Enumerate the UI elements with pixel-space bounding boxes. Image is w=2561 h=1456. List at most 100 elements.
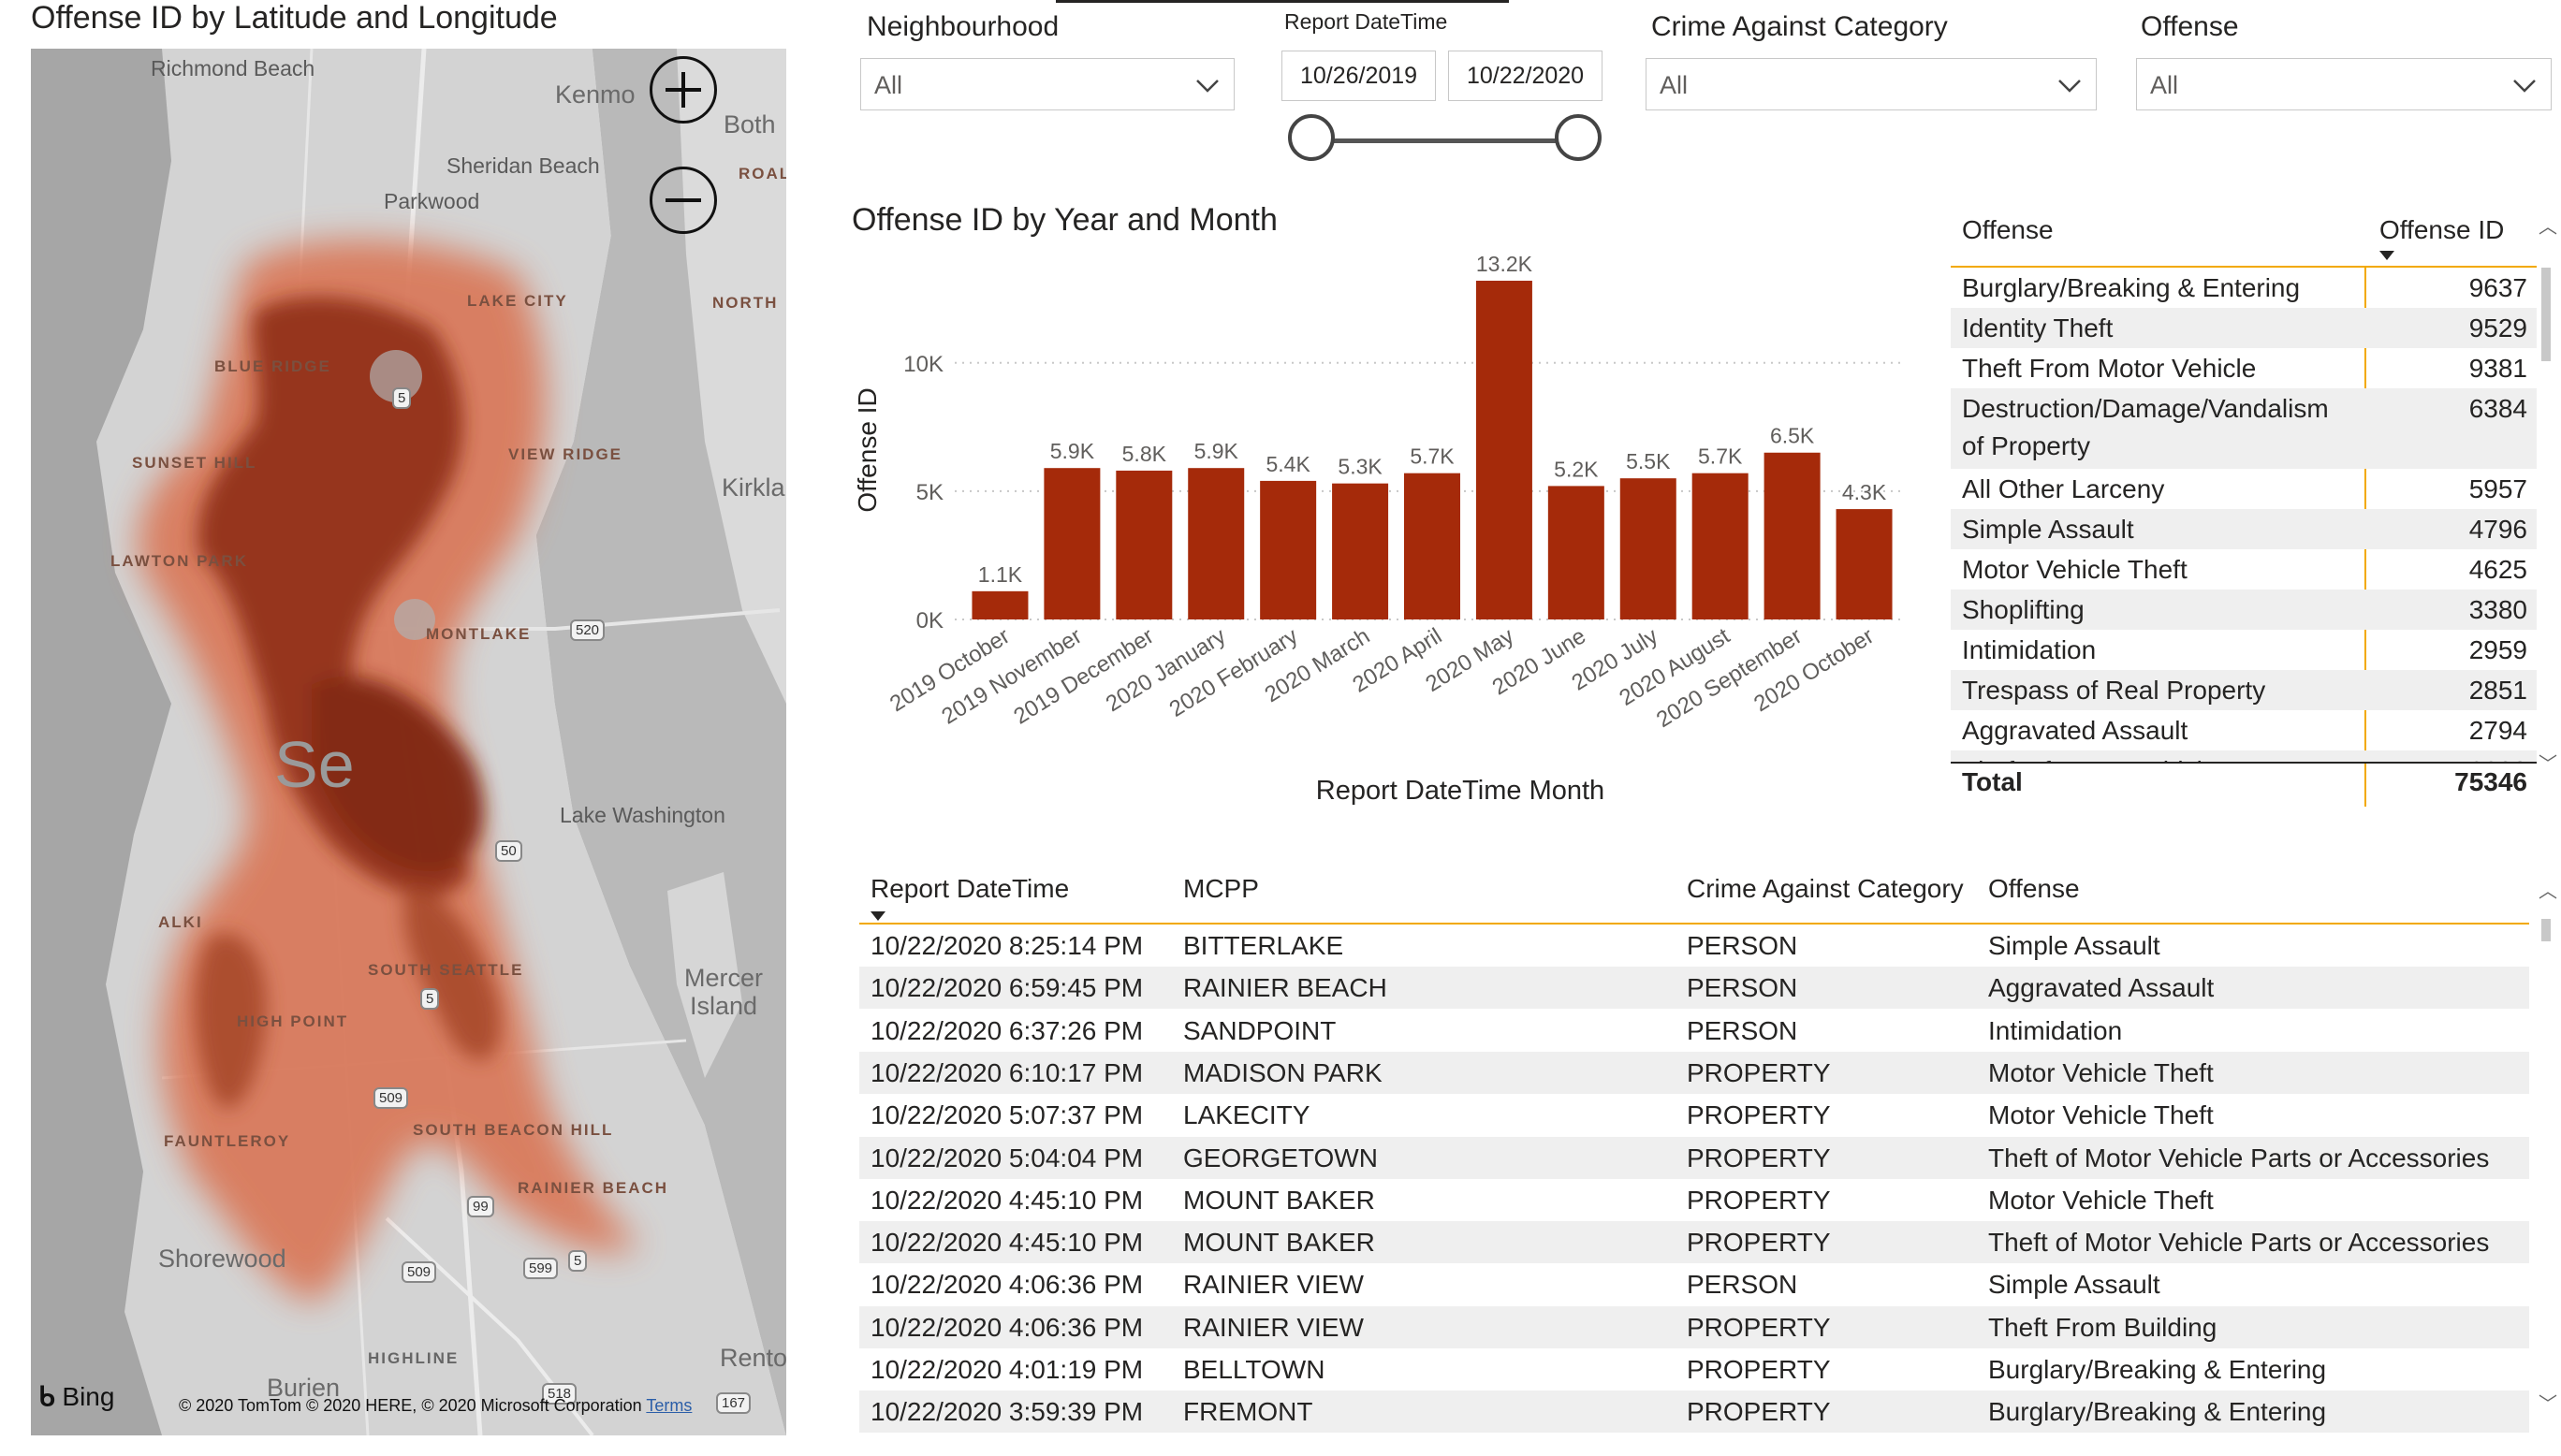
bar[interactable]	[1547, 486, 1604, 619]
report-datetime-cell: 10/22/2020 6:10:17 PM	[871, 1057, 1144, 1087]
bar[interactable]	[1044, 468, 1101, 619]
table-row[interactable]: 10/22/2020 4:45:10 PM MOUNT BAKER PROPERTY…	[859, 1221, 2529, 1264]
table-row[interactable]: 10/22/2020 5:07:37 PM LAKECITY PROPERTY Mot…	[859, 1094, 2529, 1136]
table-row[interactable]: Aggravated Assault 2794	[1951, 710, 2537, 750]
report-datetime-cell: 10/22/2020 5:07:37 PM	[871, 1100, 1144, 1130]
x-axis-title: Report DateTime Month	[1316, 776, 1604, 806]
offense-table-scrollbar[interactable]: ︿ ﹀	[2539, 211, 2557, 775]
bar[interactable]	[1260, 480, 1317, 619]
table-row[interactable]: Burglary/Breaking & Entering 9637	[1951, 268, 2537, 308]
offense-dropdown[interactable]: All	[2136, 58, 2552, 110]
table-row[interactable]: 10/22/2020 6:10:17 PM MADISON PARK PROPERT…	[859, 1051, 2529, 1094]
data-label: 1.1K	[978, 562, 1023, 587]
scroll-thumb[interactable]	[2541, 268, 2551, 361]
crime-against-cell: PROPERTY	[1687, 1057, 1831, 1087]
column-header-offense[interactable]: Offense	[1962, 215, 2054, 245]
table-row[interactable]: 10/22/2020 3:59:39 PM FREMONT PROPERTY Burg…	[859, 1390, 2529, 1434]
bar[interactable]	[1332, 483, 1389, 619]
map-place-label: Rento	[720, 1344, 786, 1372]
bar[interactable]	[1404, 473, 1460, 619]
offense-cell: Identity Theft	[1962, 313, 2114, 342]
table-row[interactable]: 10/22/2020 4:06:36 PM RAINIER VIEW PERSON S…	[859, 1263, 2529, 1305]
table-row[interactable]: 10/22/2020 4:01:19 PM BELLTOWN PROPERTY Bur…	[859, 1348, 2529, 1390]
bar[interactable]	[1619, 478, 1676, 619]
mcpp-cell: GEORGETOWN	[1183, 1143, 1378, 1172]
offense-cell: Simple Assault	[1962, 515, 2134, 544]
scroll-up-icon[interactable]: ︿	[2539, 211, 2557, 239]
table-row[interactable]: Motor Vehicle Theft 4625	[1951, 549, 2537, 590]
table-row[interactable]: 10/22/2020 5:04:04 PM GEORGETOWN PROPERTY T…	[859, 1136, 2529, 1179]
table-row[interactable]: Shoplifting 3380	[1951, 590, 2537, 630]
scroll-thumb[interactable]	[2541, 919, 2551, 941]
terms-link[interactable]: Terms	[646, 1396, 692, 1415]
map-place-label: Both	[724, 110, 776, 138]
table-row[interactable]: Destruction/Damage/Vandalism of Property 6…	[1951, 388, 2537, 469]
crime-against-cell: PROPERTY	[1687, 1397, 1831, 1427]
offense-cell: Shoplifting	[1962, 595, 2085, 624]
zoom-in-button[interactable]	[650, 56, 717, 124]
scroll-up-icon[interactable]: ︿	[2539, 876, 2557, 903]
table-row[interactable]: Theft From Motor Vehicle 9381	[1951, 348, 2537, 388]
end-date-input[interactable]: 10/22/2020	[1448, 51, 1602, 101]
column-header-mcpp[interactable]: MCPP	[1183, 874, 1259, 904]
y-tick-label: 5K	[916, 480, 944, 505]
highway-shield: 5	[568, 1250, 588, 1272]
mcpp-cell: FREMONT	[1183, 1397, 1313, 1427]
incident-detail-table: Report DateTime MCPP Crime Against Categ…	[859, 861, 2535, 1456]
offense-summary-table: Offense Offense ID Burglary/Breaking & E…	[1951, 208, 2537, 816]
map-place-label: LAKE CITY	[467, 292, 568, 310]
report-datetime-cell: 10/22/2020 4:45:10 PM	[871, 1185, 1144, 1215]
table-row[interactable]: 10/22/2020 4:45:10 PM MOUNT BAKER PROPERTY…	[859, 1179, 2529, 1221]
table-row[interactable]: Intimidation 2959	[1951, 630, 2537, 670]
bar[interactable]	[1188, 468, 1245, 619]
neighbourhood-dropdown[interactable]: All	[860, 58, 1235, 110]
table-row[interactable]: 10/22/2020 6:37:26 PM SANDPOINT PERSON Inti…	[859, 1010, 2529, 1052]
data-label: 5.3K	[1338, 455, 1383, 479]
table-row[interactable]: 10/22/2020 6:59:45 PM RAINIER BEACH PERSON…	[859, 967, 2529, 1010]
table-row[interactable]: 10/22/2020 4:06:36 PM RAINIER VIEW PROPERT…	[859, 1305, 2529, 1348]
bar[interactable]	[1475, 281, 1532, 619]
start-date-input[interactable]: 10/26/2019	[1281, 51, 1436, 101]
map-place-label: HIGHLINE	[368, 1349, 460, 1367]
crime-against-dropdown[interactable]: All	[1646, 58, 2097, 110]
map-place-label: Kenmo	[555, 80, 636, 109]
offense-cell: Intimidation	[1962, 635, 2097, 664]
table-row[interactable]: Simple Assault 4796	[1951, 509, 2537, 549]
offense-cell: Simple Assault	[1988, 931, 2160, 960]
bar[interactable]	[972, 590, 1029, 619]
column-header-offense-id[interactable]: Offense ID	[2379, 215, 2504, 245]
data-label: 6.5K	[1770, 424, 1815, 448]
bar[interactable]	[1836, 509, 1893, 619]
map-place-label: NORTH	[712, 294, 779, 312]
mcpp-cell: BELLTOWN	[1183, 1355, 1325, 1384]
crime-against-cell: PROPERTY	[1687, 1185, 1831, 1215]
bar[interactable]	[1691, 473, 1749, 619]
slider-end-handle[interactable]	[1555, 114, 1602, 161]
table-row[interactable]: Theft of Motor Vehicle Parts or 2280	[1951, 750, 2537, 762]
slider-start-handle[interactable]	[1288, 114, 1335, 161]
offense-id-cell: 5957	[2468, 474, 2527, 503]
detail-table-scrollbar[interactable]: ︿ ﹀	[2539, 876, 2557, 1419]
table-row[interactable]: 10/22/2020 8:25:14 PM BITTERLAKE PERSON Sim…	[859, 925, 2529, 967]
column-header-offense[interactable]: Offense	[1988, 874, 2080, 904]
bar[interactable]	[1116, 470, 1173, 619]
offense-cell: Theft of Motor Vehicle Parts or Accessor…	[1988, 1143, 2490, 1172]
column-header-crime-against[interactable]: Crime Against Category	[1687, 874, 1964, 904]
table-row[interactable]: Trespass of Real Property 2851	[1951, 670, 2537, 710]
crime-against-cell: PROPERTY	[1687, 1100, 1831, 1130]
data-label: 13.2K	[1476, 253, 1533, 276]
map-place-label: SOUTH SEATTLE	[368, 961, 524, 979]
mcpp-cell: MADISON PARK	[1183, 1057, 1383, 1087]
zoom-out-button[interactable]	[650, 167, 717, 234]
bar[interactable]	[1763, 452, 1821, 619]
y-axis-title: Offense ID	[853, 387, 882, 512]
scroll-down-icon[interactable]: ﹀	[2539, 749, 2557, 776]
table-row[interactable]: Identity Theft 9529	[1951, 308, 2537, 348]
heat-map[interactable]: Richmond Beach Kenmo Both Sheridan Beach…	[31, 49, 786, 1435]
table-row[interactable]: All Other Larceny 5957	[1951, 469, 2537, 509]
scroll-down-icon[interactable]: ﹀	[2539, 1389, 2557, 1416]
crime-against-cell: PROPERTY	[1687, 1143, 1831, 1172]
column-header-report-datetime[interactable]: Report DateTime	[871, 874, 1069, 904]
offense-id-cell: 2794	[2468, 716, 2527, 745]
map-place-label: Sheridan Beach	[446, 153, 600, 178]
